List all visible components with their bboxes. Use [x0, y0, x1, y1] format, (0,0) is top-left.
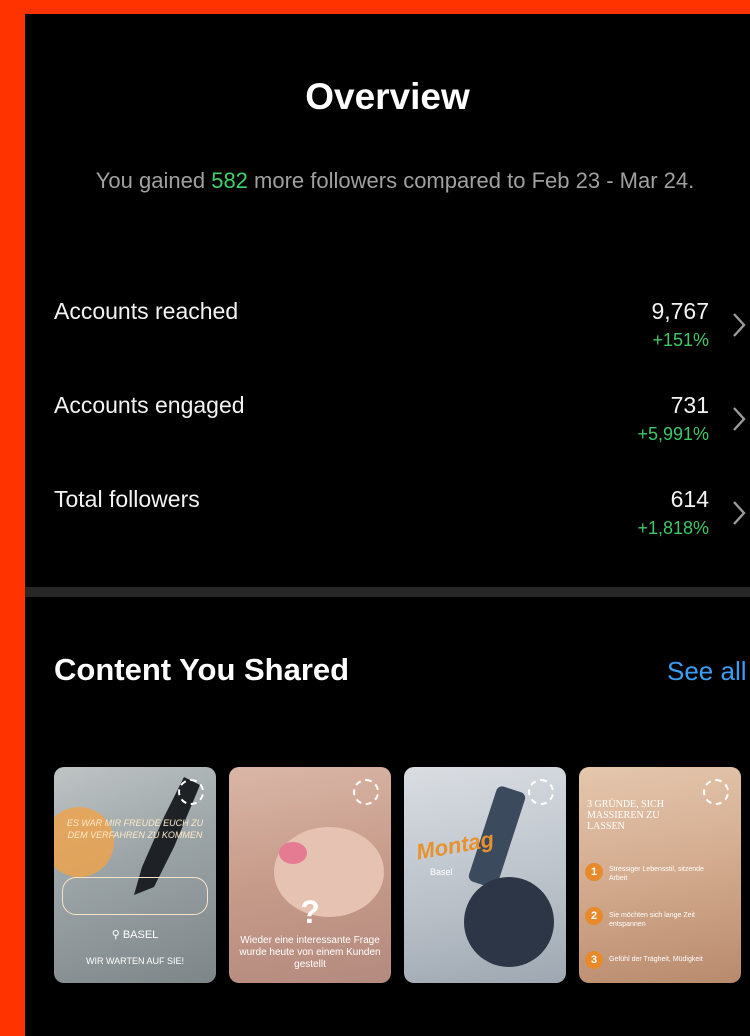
metric-label: Total followers — [54, 486, 200, 512]
post-footer: WIR WARTEN AUF SIE! — [85, 956, 184, 966]
carousel-loading-icon — [353, 779, 379, 805]
followers-summary: You gained 582 more followers compared t… — [85, 166, 705, 196]
location-tag: ⚲ BASEL — [111, 929, 159, 941]
metric-accounts-engaged[interactable]: Accounts engaged 731 +5,991% — [25, 392, 750, 462]
metric-value: 731 — [670, 392, 709, 418]
metric-change: +1,818% — [637, 518, 709, 538]
painted-nail-graphic — [279, 842, 307, 864]
content-thumbnails: ES WAR MIR FREUDE EUCH ZU DEM VERFAHREN … — [54, 767, 750, 987]
post-caption: Wieder eine interessante Frage wurde heu… — [239, 935, 381, 970]
post-headline: 3 GRÜNDE, SICH MASSIEREN ZU LASSEN — [587, 799, 664, 832]
location-text: BASEL — [122, 929, 159, 941]
summary-text-end: more followers compared to Feb 23 - Mar … — [247, 168, 695, 193]
section-title-content: Content You Shared — [54, 652, 350, 687]
step-text: Sie möchten sich lange Zeit entspannen — [609, 912, 695, 928]
chevron-right-icon — [733, 407, 746, 431]
see-all-link[interactable]: See all — [667, 656, 747, 687]
page-title: Overview — [305, 76, 470, 117]
metric-value: 9,767 — [651, 298, 709, 324]
carousel-loading-icon — [178, 779, 204, 805]
question-mark: ? — [300, 894, 320, 930]
metric-value: 614 — [670, 486, 709, 512]
chevron-right-icon — [733, 313, 746, 337]
section-divider — [25, 587, 750, 597]
metric-label: Accounts reached — [54, 298, 239, 324]
step-number: 2 — [585, 907, 603, 925]
followers-gained-count: 582 — [211, 168, 248, 193]
carousel-loading-icon — [528, 779, 554, 805]
post-thumbnail[interactable]: Montag Basel — [404, 767, 566, 983]
metric-accounts-reached[interactable]: Accounts reached 9,767 +151% — [25, 298, 750, 368]
step-text: Gefühl der Trägheit, Müdigkeit — [609, 956, 703, 963]
insights-screen: Overview You gained 582 more followers c… — [25, 14, 750, 1036]
carousel-loading-icon — [703, 779, 729, 805]
post-location-tag: Basel — [430, 867, 453, 877]
post-thumbnail[interactable]: 3 GRÜNDE, SICH MASSIEREN ZU LASSEN 1 Str… — [579, 767, 741, 983]
step-text: Stressiger Lebensstil, sitzende Arbeit — [609, 866, 704, 882]
post-thumbnail[interactable]: ? Wieder eine interessante Frage wurde h… — [229, 767, 391, 983]
speech-bubble-graphic — [62, 877, 208, 915]
summary-text-start: You gained — [95, 168, 212, 193]
polish-bottle-graphic — [464, 877, 554, 967]
step-number: 1 — [585, 863, 603, 881]
metric-change: +5,991% — [637, 424, 709, 444]
metric-total-followers[interactable]: Total followers 614 +1,818% — [25, 486, 750, 556]
post-headline: ES WAR MIR FREUDE EUCH ZU DEM VERFAHREN … — [66, 818, 204, 840]
metric-label: Accounts engaged — [54, 392, 245, 418]
post-thumbnail[interactable]: ES WAR MIR FREUDE EUCH ZU DEM VERFAHREN … — [54, 767, 216, 983]
metric-change: +151% — [652, 330, 709, 350]
step-number: 3 — [585, 951, 603, 969]
chevron-right-icon — [733, 501, 746, 525]
